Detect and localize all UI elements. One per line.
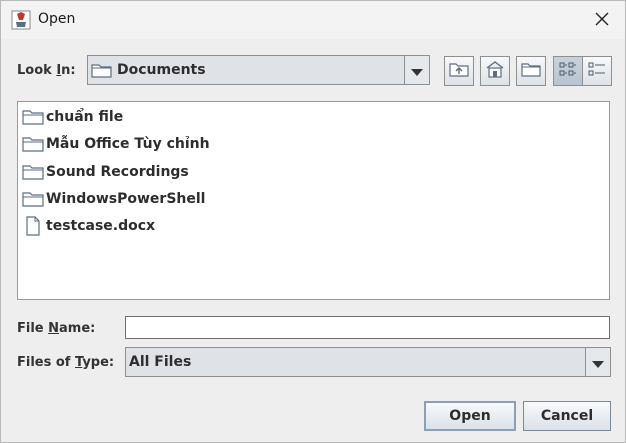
files-of-type-combo[interactable]: All Files [125,347,611,377]
look-in-label: Look In: [17,63,76,78]
open-dialog: Open Look In: Documents chuẩn file Mẫu O… [0,0,626,443]
window-title: Open [38,11,76,27]
list-item-folder[interactable]: WindowsPowerShell [22,188,205,210]
up-folder-icon [449,61,469,81]
chevron-down-icon [411,61,423,80]
close-button[interactable] [587,5,617,35]
home-icon [485,60,505,82]
folder-icon [91,62,113,82]
file-name-field[interactable] [125,316,610,339]
new-folder-button[interactable] [516,56,546,86]
file-list[interactable]: chuẩn file Mẫu Office Tùy chỉnh Sound Re… [17,101,610,300]
folder-icon [22,134,44,154]
home-button[interactable] [480,56,510,86]
list-item-label: testcase.docx [46,218,156,234]
java-app-icon [11,10,31,30]
list-item-folder[interactable]: Sound Recordings [22,161,189,183]
details-view-icon [587,60,607,82]
title-bar[interactable]: Open [1,1,625,39]
list-item-label: WindowsPowerShell [46,191,206,207]
details-view-button[interactable] [582,56,612,86]
files-of-type-value: All Files [129,354,192,370]
folder-icon [22,107,44,127]
look-in-dropdown-button[interactable] [404,56,429,84]
list-item-folder[interactable]: chuẩn file [22,106,123,128]
list-view-icon [558,60,578,82]
look-in-combo[interactable]: Documents [87,55,430,85]
list-item-folder[interactable]: Mẫu Office Tùy chỉnh [22,133,210,155]
open-button[interactable]: Open [424,401,516,431]
list-item-label: Sound Recordings [46,164,189,180]
files-of-type-label: Files of Type: [17,355,115,370]
list-view-button[interactable] [553,56,583,86]
folder-icon [22,162,44,182]
new-folder-icon [521,61,541,81]
close-icon [595,11,609,30]
chevron-down-icon [592,353,604,372]
cancel-button[interactable]: Cancel [523,401,611,431]
list-item-file[interactable]: testcase.docx [22,215,155,237]
files-of-type-dropdown-button[interactable] [585,348,610,376]
list-item-label: chuẩn file [46,109,124,125]
look-in-value: Documents [117,62,206,78]
folder-icon [22,189,44,209]
file-name-label: File Name: [17,321,96,336]
list-item-label: Mẫu Office Tùy chỉnh [46,136,210,152]
document-icon [22,216,44,236]
up-one-level-button[interactable] [444,56,474,86]
